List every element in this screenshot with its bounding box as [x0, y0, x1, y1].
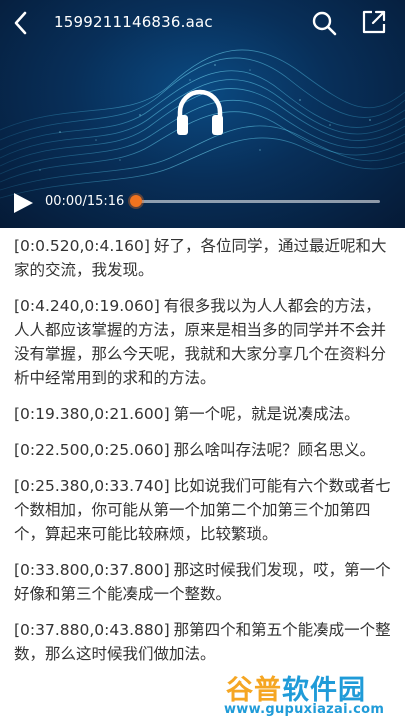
search-button[interactable]	[310, 9, 338, 37]
search-icon	[312, 11, 337, 36]
play-icon	[14, 193, 33, 213]
playback-time: 00:00/15:16	[45, 194, 125, 209]
transcript-timestamp: [0:22.500,0:25.060]	[14, 441, 170, 459]
play-button[interactable]	[12, 192, 34, 214]
share-button[interactable]	[360, 8, 388, 36]
chevron-left-icon	[14, 11, 27, 35]
file-name-title: 1599211146836.aac	[54, 13, 213, 31]
transcript-timestamp: [0:19.380,0:21.600]	[14, 405, 170, 423]
transcript-list[interactable]: [0:0.520,0:4.160] 好了，各位同学，通过最近呢和大家的交流，我发现…	[0, 228, 405, 720]
seek-bar[interactable]	[130, 195, 380, 207]
transcript-entry[interactable]: [0:37.880,0:43.880] 那第四个和第五个能凑成一个整数，那么这时候…	[0, 618, 405, 666]
transcript-text: 那么啥叫存法呢？顾名思义。	[173, 441, 376, 459]
top-bar: 1599211146836.aac	[0, 0, 405, 46]
transcript-timestamp: [0:33.800,0:37.800]	[14, 561, 170, 579]
audio-player-panel: 1599211146836.aac 00:00/15:16	[0, 0, 405, 228]
share-icon	[362, 10, 386, 34]
transcript-timestamp: [0:0.520,0:4.160]	[14, 237, 150, 255]
headphones-icon	[177, 89, 223, 135]
seek-thumb[interactable]	[130, 195, 142, 207]
transcript-entry[interactable]: [0:33.800,0:37.800] 那这时候我们发现，哎，第一个好像和第三个能…	[0, 558, 405, 606]
back-button[interactable]	[8, 8, 36, 38]
transcript-timestamp: [0:25.380,0:33.740]	[14, 477, 170, 495]
transcript-entry[interactable]: [0:25.380,0:33.740] 比如说我们可能有六个数或者七个数相加，你可…	[0, 474, 405, 546]
transcript-entry[interactable]: [0:22.500,0:25.060] 那么啥叫存法呢？顾名思义。	[0, 438, 405, 462]
transcript-text: 第一个呢，就是说凑成法。	[173, 405, 360, 423]
transcript-entry[interactable]: [0:0.520,0:4.160] 好了，各位同学，通过最近呢和大家的交流，我发现…	[0, 228, 405, 282]
transcript-entry[interactable]: [0:4.240,0:19.060] 有很多我以为人人都会的方法，人人都应该掌握的…	[0, 294, 405, 390]
transcript-timestamp: [0:4.240,0:19.060]	[14, 297, 160, 315]
transcript-entry[interactable]: [0:19.380,0:21.600] 第一个呢，就是说凑成法。	[0, 402, 405, 426]
transcript-timestamp: [0:37.880,0:43.880]	[14, 621, 170, 639]
